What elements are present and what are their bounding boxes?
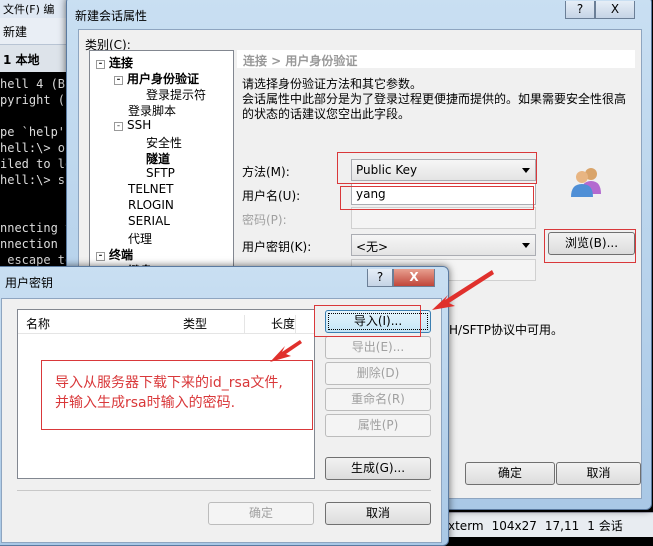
arrow-to-annotation [270,340,302,362]
arrow-to-import [432,270,494,310]
annotation-arrows [270,270,494,362]
